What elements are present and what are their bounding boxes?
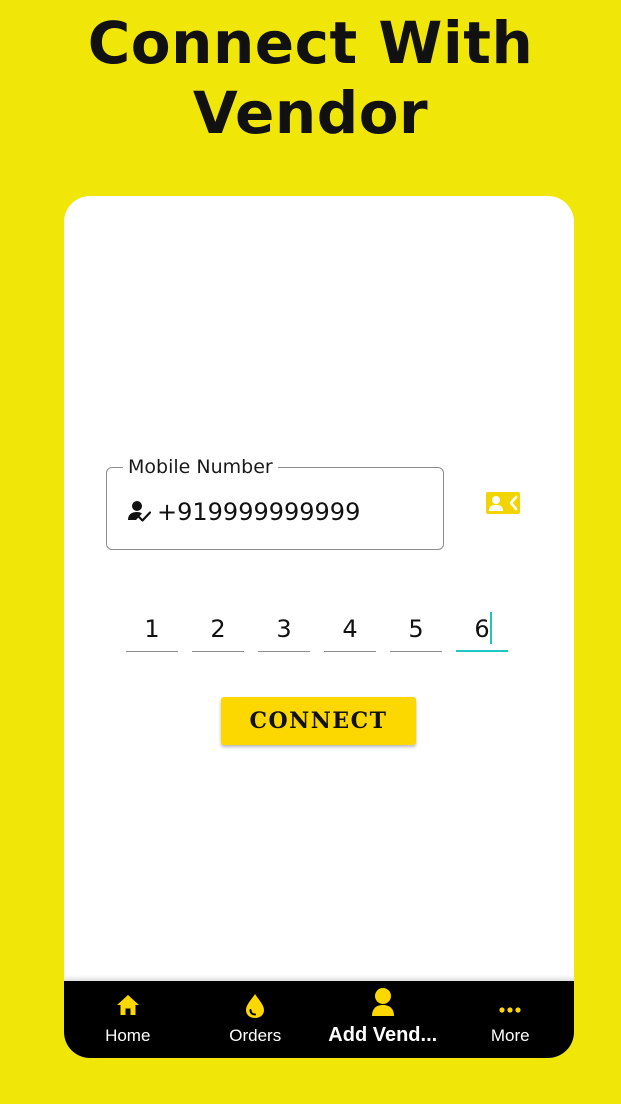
mobile-number-value: +919999999999 [157, 498, 361, 526]
otp-digit-4[interactable]: 4 [324, 606, 376, 652]
page-title-line-2: Vendor [192, 79, 429, 147]
mobile-number-label: Mobile Number [123, 454, 278, 480]
nav-label-home: Home [105, 1026, 151, 1045]
person-icon [369, 987, 397, 1021]
connect-button[interactable]: CONNECT [221, 697, 416, 745]
text-cursor [490, 612, 492, 644]
otp-digit-2[interactable]: 2 [192, 606, 244, 652]
user-check-icon [127, 499, 157, 525]
nav-item-add-vendor[interactable]: Add Vend... [319, 981, 447, 1058]
mobile-value-row: +919999999999 [127, 496, 360, 528]
nav-label-more: More [490, 1026, 530, 1045]
nav-item-home[interactable]: Home [64, 981, 192, 1058]
page-title: Connect With Vendor [0, 8, 621, 148]
drop-icon [243, 993, 267, 1023]
home-icon [115, 993, 141, 1021]
page-title-line-1: Connect With [87, 9, 534, 77]
mobile-number-field[interactable]: Mobile Number +919999999999 [106, 454, 444, 550]
connect-card: Mobile Number +919999999999 1 2 3 4 5 6 … [64, 196, 574, 1058]
otp-digit-1[interactable]: 1 [126, 606, 178, 652]
contact-card-icon [486, 492, 520, 514]
bottom-navigation: Home Orders Add Vend... More [64, 981, 574, 1058]
otp-digit-3[interactable]: 3 [258, 606, 310, 652]
contact-picker-button[interactable] [484, 488, 522, 518]
more-dots-icon [498, 999, 522, 1018]
nav-item-more[interactable]: More [447, 981, 575, 1058]
nav-label-add-vendor: Add Vend... [328, 1024, 438, 1046]
otp-digit-6[interactable]: 6 [456, 606, 508, 652]
nav-label-orders: Orders [229, 1026, 282, 1045]
nav-item-orders[interactable]: Orders [192, 981, 320, 1058]
otp-digit-6-value: 6 [474, 615, 490, 643]
otp-input-row: 1 2 3 4 5 6 [126, 606, 522, 652]
otp-digit-5[interactable]: 5 [390, 606, 442, 652]
